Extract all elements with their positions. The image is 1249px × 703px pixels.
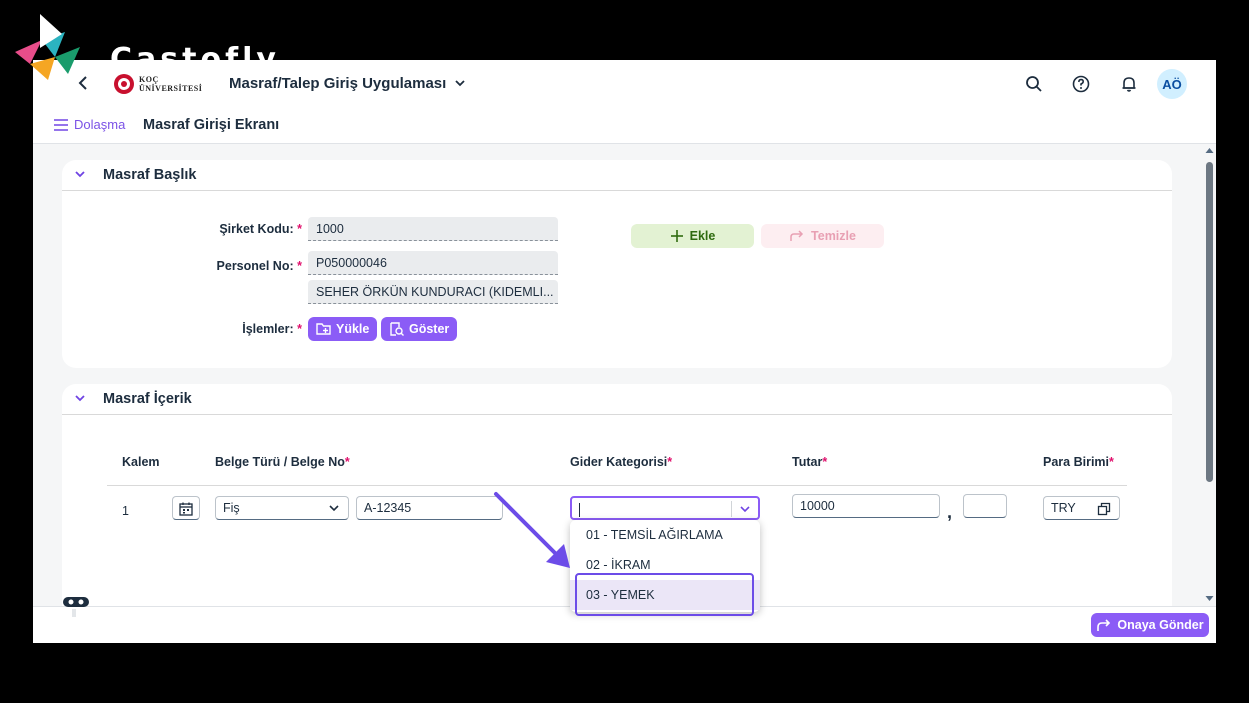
collapse-chevron-icon — [75, 395, 85, 402]
screen: Castofly KOÇ ÜNİVERSİTESİ Masraf/Talep G… — [0, 0, 1249, 703]
decimals-input[interactable] — [963, 494, 1007, 518]
header-divider — [107, 485, 1127, 486]
column-header-amount: Tutar* — [792, 455, 828, 469]
date-picker-button[interactable] — [172, 496, 200, 520]
personnel-no-field[interactable]: P050000046 — [308, 251, 558, 275]
column-header-document: Belge Türü / Belge No* — [215, 455, 350, 469]
chevron-down-icon — [455, 80, 466, 87]
share-arrow-icon — [1097, 619, 1111, 631]
folder-add-icon — [316, 323, 331, 335]
personnel-name-field[interactable]: SEHER ÖRKÜN KUNDURACI (KIDEMLI... — [308, 280, 558, 304]
item-number: 1 — [122, 504, 129, 518]
document-number-input[interactable]: A-12345 — [356, 496, 503, 520]
scroll-down-icon[interactable] — [1205, 595, 1214, 602]
assistant-bot-icon[interactable] — [61, 594, 91, 623]
clear-button[interactable]: Temizle — [761, 224, 884, 248]
submit-for-approval-button[interactable]: Onaya Gönder — [1091, 613, 1209, 637]
add-button[interactable]: Ekle — [631, 224, 754, 248]
company-code-label: Şirket Kodu: * — [219, 222, 302, 236]
panel-title: Masraf İçerik — [103, 391, 192, 407]
operations-label: İşlemler: * — [242, 322, 302, 336]
document-search-icon — [390, 322, 404, 336]
expense-content-panel-header[interactable]: Masraf İçerik — [62, 384, 1172, 415]
highlight-box — [575, 573, 754, 616]
expense-header-panel-header[interactable]: Masraf Başlık — [62, 160, 1172, 191]
amount-input[interactable]: 10000 — [792, 494, 940, 518]
value-help-icon[interactable] — [1097, 502, 1111, 516]
bell-icon[interactable] — [1119, 74, 1139, 94]
castofly-watermark: Castofly — [10, 12, 290, 84]
upload-button[interactable]: Yükle — [308, 317, 378, 341]
calendar-icon — [179, 502, 193, 516]
castofly-logo-icon — [15, 14, 80, 80]
chevron-down-icon — [329, 505, 339, 512]
scrollbar-thumb[interactable] — [1206, 162, 1213, 482]
navigation-button[interactable]: Dolaşma — [53, 117, 125, 132]
currency-field[interactable]: TRY — [1043, 496, 1120, 520]
navigation-label: Dolaşma — [74, 117, 126, 132]
company-code-field[interactable]: 1000 — [308, 217, 558, 241]
avatar[interactable]: AÖ — [1157, 69, 1187, 99]
plus-icon — [670, 230, 683, 242]
watermark-text: Castofly — [110, 42, 280, 77]
collapse-chevron-icon — [75, 171, 85, 178]
scroll-up-icon[interactable] — [1205, 147, 1214, 154]
redo-arrow-icon — [790, 230, 804, 241]
vertical-scrollbar[interactable] — [1203, 144, 1216, 606]
personnel-no-label: Personel No: * — [216, 259, 302, 273]
panel-title: Masraf Başlık — [103, 167, 197, 183]
column-header-currency: Para Birimi* — [1043, 455, 1114, 469]
page-title: Masraf Girişi Ekranı — [143, 117, 280, 133]
help-icon[interactable] — [1071, 74, 1091, 94]
decimal-separator: , — [947, 502, 953, 522]
menu-icon — [54, 118, 68, 131]
document-type-select[interactable]: Fiş — [215, 496, 349, 520]
expense-header-panel: Masraf Başlık Şirket Kodu: * 1000 Person… — [62, 160, 1172, 368]
sub-header: Dolaşma Masraf Girişi Ekranı — [33, 108, 1216, 144]
show-button[interactable]: Göster — [381, 317, 458, 341]
chevron-down-icon[interactable] — [739, 504, 751, 514]
pointer-arrow-icon — [494, 492, 570, 568]
expense-category-input[interactable] — [570, 496, 760, 520]
app-window: KOÇ ÜNİVERSİTESİ Masraf/Talep Giriş Uygu… — [33, 60, 1216, 643]
column-header-item: Kalem — [122, 455, 160, 469]
search-icon[interactable] — [1024, 74, 1044, 94]
column-header-category: Gider Kategorisi* — [570, 455, 673, 469]
category-option-1[interactable]: 01 - TEMSİL AĞIRLAMA — [570, 520, 760, 550]
